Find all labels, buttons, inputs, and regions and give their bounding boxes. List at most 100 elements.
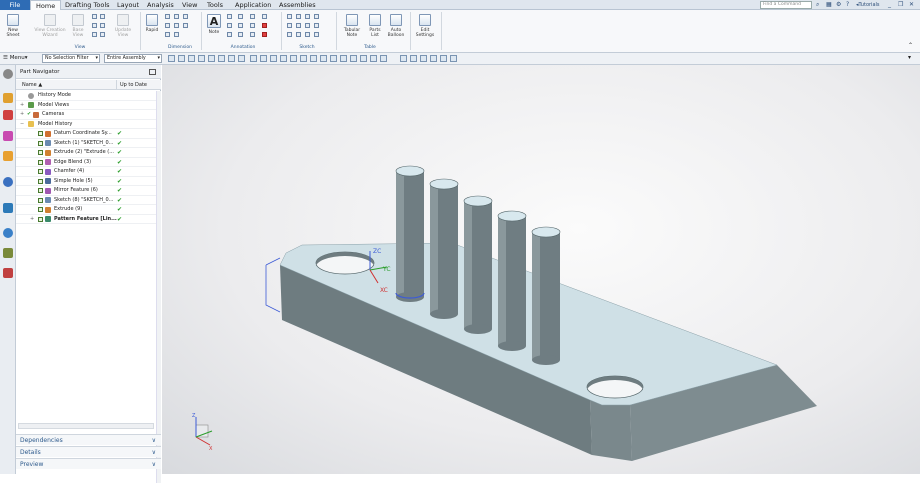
- view-tool-icon[interactable]: [440, 55, 447, 62]
- help-icon[interactable]: ?: [846, 1, 849, 8]
- tab-drafting-tools[interactable]: Drafting Tools: [60, 0, 115, 10]
- annotation-tool-icon[interactable]: [238, 14, 243, 19]
- graphics-window[interactable]: ZC YC XC Z X: [162, 65, 920, 474]
- dimension-tool-icon[interactable]: [183, 23, 188, 28]
- visibility-checkbox[interactable]: [38, 131, 43, 136]
- visibility-checkbox[interactable]: [38, 216, 43, 222]
- visibility-checkbox[interactable]: [38, 178, 43, 184]
- visibility-checkbox[interactable]: [38, 197, 43, 203]
- dimension-tool-icon[interactable]: [165, 23, 170, 28]
- vertical-scrollbar[interactable]: [156, 91, 161, 483]
- tree-row-feature[interactable]: Extrude (9) ✔: [16, 205, 156, 215]
- snap-tool-icon[interactable]: [320, 55, 327, 62]
- rapid-dimension-button[interactable]: Rapid: [143, 14, 161, 33]
- column-up-to-date[interactable]: Up to Date: [116, 80, 147, 90]
- filter-tool-icon[interactable]: [208, 55, 215, 62]
- snap-tool-icon[interactable]: [370, 55, 377, 62]
- minimize-icon[interactable]: _: [888, 1, 891, 8]
- filter-tool-icon[interactable]: [228, 55, 235, 62]
- snap-tool-icon[interactable]: [260, 55, 267, 62]
- sketch-tool-icon[interactable]: [296, 32, 301, 37]
- note-button[interactable]: A Note: [205, 14, 223, 35]
- view-tool-icon[interactable]: [92, 14, 97, 19]
- sketch-tool-icon[interactable]: [314, 23, 319, 28]
- new-sheet-button[interactable]: New Sheet: [3, 14, 23, 38]
- annotation-tool-icon[interactable]: [250, 14, 255, 19]
- annotation-tool-icon[interactable]: [262, 32, 267, 37]
- web-browser-icon[interactable]: [3, 177, 13, 187]
- view-tool-icon[interactable]: [400, 55, 407, 62]
- snap-tool-icon[interactable]: [290, 55, 297, 62]
- auto-balloon-button[interactable]: Auto Balloon: [385, 14, 407, 38]
- filter-tool-icon[interactable]: [198, 55, 205, 62]
- dependencies-panel[interactable]: Dependencies ∨: [16, 434, 161, 445]
- annotation-tool-icon[interactable]: [250, 23, 255, 28]
- toolbar-options-icon[interactable]: ▾: [908, 54, 911, 61]
- annotation-tool-icon[interactable]: [227, 32, 232, 37]
- view-creation-wizard-button[interactable]: View Creation Wizard: [32, 14, 68, 38]
- collapse-ribbon-icon[interactable]: ⌃: [908, 42, 913, 49]
- selection-filter-dropdown[interactable]: No Selection Filter: [42, 54, 100, 63]
- assembly-navigator-icon[interactable]: [3, 93, 13, 103]
- snap-tool-icon[interactable]: [280, 55, 287, 62]
- view-tool-icon[interactable]: [100, 32, 105, 37]
- sketch-tool-icon[interactable]: [287, 32, 292, 37]
- tree-row-feature[interactable]: Edge Blend (3) ✔: [16, 158, 156, 167]
- find-command-input[interactable]: Find a Command: [760, 1, 812, 9]
- tree-row-feature[interactable]: + Pattern Feature [Lin... ✔: [16, 215, 156, 224]
- dimension-tool-icon[interactable]: [165, 14, 170, 19]
- snap-tool-icon[interactable]: [380, 55, 387, 62]
- view-tool-icon[interactable]: [410, 55, 417, 62]
- sketch-tool-icon[interactable]: [305, 14, 310, 19]
- collapse-icon[interactable]: −: [20, 120, 24, 129]
- filter-tool-icon[interactable]: [188, 55, 195, 62]
- expand-icon[interactable]: +: [20, 101, 24, 110]
- snap-tool-icon[interactable]: [340, 55, 347, 62]
- tree-row-feature[interactable]: Sketch (1) "SKETCH_0... ✔: [16, 139, 156, 148]
- filter-tool-icon[interactable]: [168, 55, 175, 62]
- tree-row-feature[interactable]: Simple Hole (5) ✔: [16, 177, 156, 186]
- visibility-checkbox[interactable]: [38, 169, 43, 174]
- tree-row-model-views[interactable]: + Model Views: [16, 101, 156, 110]
- tree-row-feature[interactable]: Extrude (2) "Extrude (... ✔: [16, 148, 156, 158]
- tab-tools[interactable]: Tools: [202, 0, 228, 10]
- settings-icon[interactable]: ⚙: [836, 1, 841, 8]
- tab-application[interactable]: Application: [230, 0, 276, 10]
- annotation-tool-icon[interactable]: [238, 32, 243, 37]
- dimension-tool-icon[interactable]: [174, 14, 179, 19]
- column-name[interactable]: Name ▲: [22, 80, 42, 90]
- update-view-button[interactable]: Update View: [112, 14, 134, 38]
- sketch-tool-icon[interactable]: [314, 14, 319, 19]
- tab-layout[interactable]: Layout: [112, 0, 144, 10]
- tree-row-feature[interactable]: Mirror Feature (6) ✔: [16, 186, 156, 196]
- restore-icon[interactable]: ❐: [898, 1, 903, 8]
- filter-tool-icon[interactable]: [218, 55, 225, 62]
- dimension-tool-icon[interactable]: [183, 14, 188, 19]
- roles-icon[interactable]: [3, 268, 13, 278]
- dimension-tool-icon[interactable]: [174, 32, 179, 37]
- preview-panel[interactable]: Preview ∨: [16, 458, 161, 469]
- visibility-checkbox[interactable]: [38, 188, 43, 193]
- annotation-tool-icon[interactable]: [227, 23, 232, 28]
- sketch-tool-icon[interactable]: [287, 23, 292, 28]
- view-tool-icon[interactable]: [92, 23, 97, 28]
- maximize-icon[interactable]: [149, 69, 156, 75]
- view-tool-icon[interactable]: [100, 23, 105, 28]
- filter-tool-icon[interactable]: [238, 55, 245, 62]
- tab-analysis[interactable]: Analysis: [142, 0, 179, 10]
- expand-icon[interactable]: +: [30, 215, 34, 224]
- view-tool-icon[interactable]: [420, 55, 427, 62]
- process-studio-icon[interactable]: [3, 248, 13, 258]
- annotation-tool-icon[interactable]: [238, 23, 243, 28]
- search-icon[interactable]: ⌕: [816, 1, 819, 9]
- annotation-tool-icon[interactable]: [250, 32, 255, 37]
- visibility-checkbox[interactable]: [38, 159, 43, 165]
- view-tool-icon[interactable]: [430, 55, 437, 62]
- parts-list-button[interactable]: Parts List: [365, 14, 385, 38]
- visibility-checkbox[interactable]: [38, 150, 43, 155]
- grid-icon[interactable]: ▦: [826, 1, 832, 8]
- close-icon[interactable]: ✕: [909, 1, 914, 8]
- sketch-tool-icon[interactable]: [305, 32, 310, 37]
- expand-icon[interactable]: +: [20, 110, 24, 119]
- visibility-checkbox[interactable]: [38, 140, 43, 146]
